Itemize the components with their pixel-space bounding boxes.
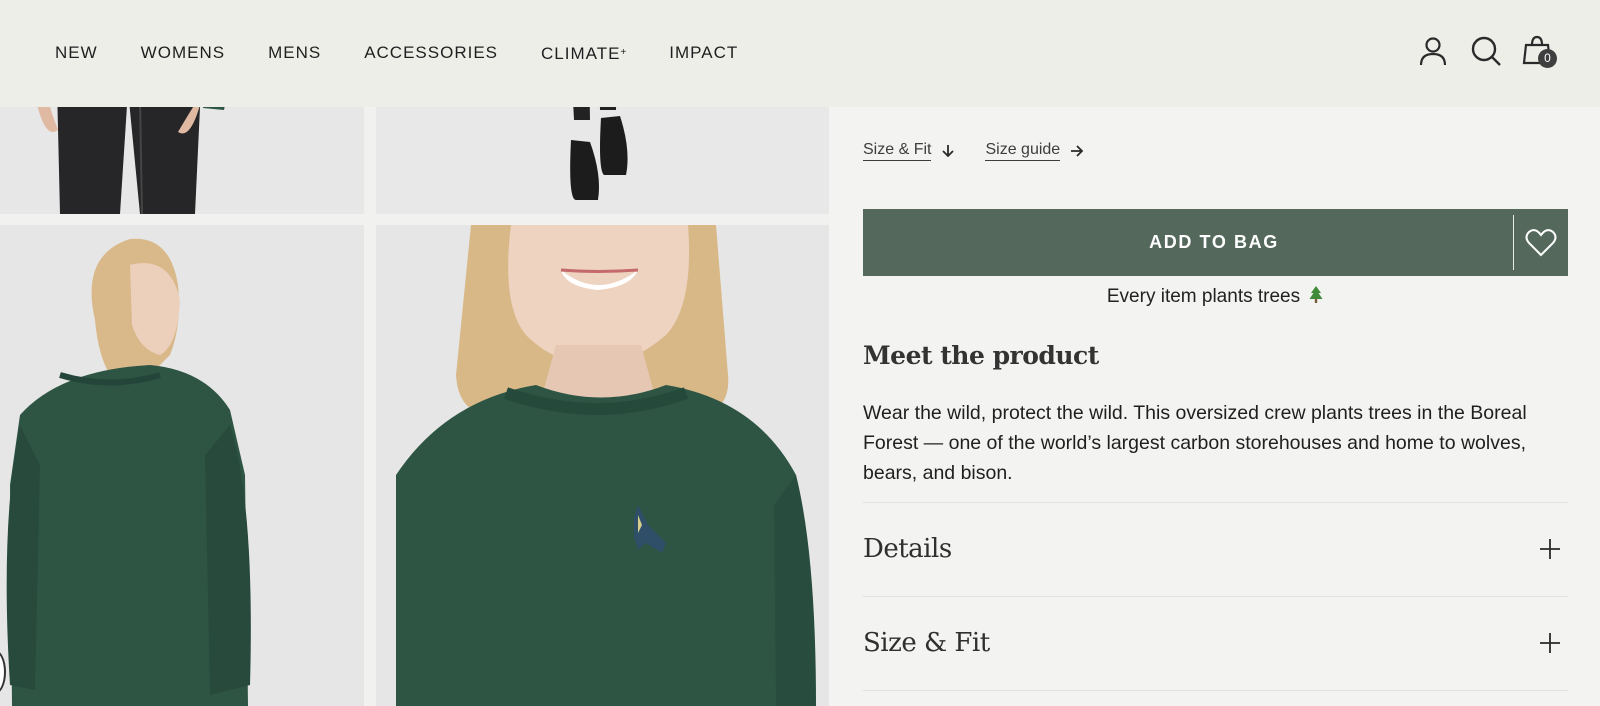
accordion-size-fit[interactable]: Size & Fit bbox=[863, 597, 1568, 689]
search-icon[interactable] bbox=[1469, 34, 1503, 68]
wishlist-button[interactable] bbox=[1514, 209, 1568, 276]
accordion-details-title: Details bbox=[863, 534, 952, 564]
add-to-bag-bar: ADD TO BAG bbox=[863, 209, 1568, 276]
arrow-right-icon bbox=[1070, 144, 1084, 158]
nav-item-climate-label: CLIMATE bbox=[541, 44, 621, 63]
nav-item-mens[interactable]: MENS bbox=[268, 41, 321, 66]
nav-item-womens[interactable]: WOMENS bbox=[141, 41, 225, 66]
nav-item-accessories[interactable]: ACCESSORIES bbox=[364, 41, 498, 66]
plus-icon[interactable] bbox=[1538, 537, 1562, 561]
nav-item-impact[interactable]: IMPACT bbox=[669, 41, 738, 66]
trees-tagline: Every item plants trees bbox=[863, 283, 1568, 311]
nav-item-climate-suffix: + bbox=[620, 47, 627, 58]
accordion-details[interactable]: Details bbox=[863, 503, 1568, 595]
section-divider bbox=[863, 690, 1568, 691]
accordion-size-fit-title: Size & Fit bbox=[863, 628, 990, 658]
product-image-front[interactable] bbox=[376, 225, 829, 706]
size-fit-link[interactable]: Size & Fit bbox=[863, 140, 932, 161]
nav-item-new[interactable]: NEW bbox=[55, 41, 98, 66]
tree-icon bbox=[1308, 285, 1324, 305]
plus-icon[interactable] bbox=[1538, 631, 1562, 655]
cart-count-badge: 0 bbox=[1538, 49, 1557, 68]
product-description: Wear the wild, protect the wild. This ov… bbox=[863, 402, 1527, 484]
meet-product-heading: Meet the product bbox=[863, 341, 1099, 370]
add-to-bag-button[interactable]: ADD TO BAG bbox=[863, 232, 1513, 253]
product-image-back[interactable] bbox=[0, 225, 364, 706]
heart-icon bbox=[1525, 228, 1557, 256]
product-page: NEW WOMENS MENS ACCESSORIES CLIMATE+ IMP… bbox=[0, 0, 1600, 706]
main-nav: NEW WOMENS MENS ACCESSORIES CLIMATE+ IMP… bbox=[55, 41, 781, 66]
size-guide-link[interactable]: Size guide bbox=[985, 140, 1061, 161]
nav-item-climate-plus[interactable]: CLIMATE+ bbox=[541, 41, 626, 66]
trees-tagline-text: Every item plants trees bbox=[1106, 286, 1301, 307]
product-links: Size & Fit Size guide bbox=[863, 140, 1114, 161]
arrow-down-icon bbox=[941, 144, 955, 158]
product-info: Size & Fit Size guide ADD TO BAG Every i… bbox=[863, 107, 1568, 706]
account-icon[interactable] bbox=[1416, 34, 1450, 68]
site-header: NEW WOMENS MENS ACCESSORIES CLIMATE+ IMP… bbox=[0, 0, 1600, 107]
